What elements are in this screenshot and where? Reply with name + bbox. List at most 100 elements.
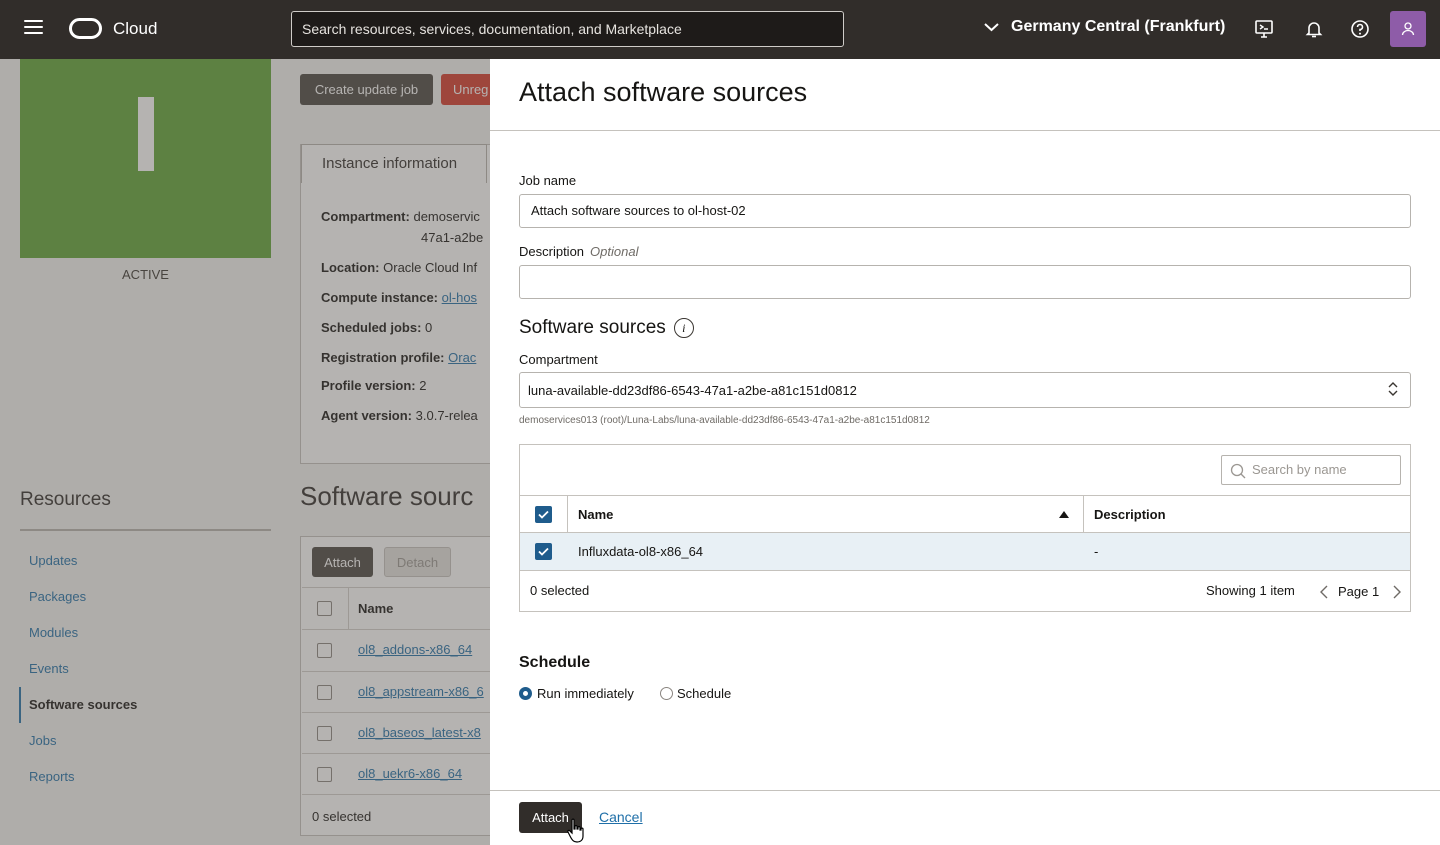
bg-table-footer: 0 selected [302,794,490,835]
selected-indicator [19,687,21,723]
sort-ascending-icon [1059,511,1069,518]
row-name: Influxdata-ol8-x86_64 [578,544,704,559]
user-avatar[interactable] [1390,11,1426,47]
row-checkbox[interactable] [535,543,552,560]
registration-profile-link[interactable]: Orac [448,350,476,365]
description-label: Description Optional [519,244,639,259]
help-icon[interactable] [1349,18,1371,40]
user-icon [1401,22,1415,36]
resource-link-packages[interactable]: Packages [29,589,86,604]
create-update-job-button[interactable]: Create update job [300,74,433,105]
chevron-left-icon[interactable] [1320,585,1328,599]
region-selector[interactable]: Germany Central (Frankfurt) [984,18,1225,36]
source-link[interactable]: ol8_appstream-x86_6 [358,684,484,699]
menu-icon[interactable] [24,20,43,36]
source-link[interactable]: ol8_addons-x86_64 [358,642,472,657]
region-name: Germany Central (Frankfurt) [1011,18,1226,35]
bg-detach-button[interactable]: Detach [384,547,451,577]
run-immediately-label[interactable]: Run immediately [537,686,634,701]
top-navigation-bar: Cloud Search resources, services, docume… [0,0,1440,59]
info-compartment: Compartment: demoservic [321,209,480,224]
row-checkbox[interactable] [317,767,332,782]
schedule-title: Schedule [519,654,591,671]
tab-instance-information[interactable]: Instance information [301,144,487,183]
bg-attach-button[interactable]: Attach [312,547,373,577]
description-input[interactable] [519,265,1411,299]
table-row: ol8_appstream-x86_6 [302,671,490,712]
row-checkbox[interactable] [317,685,332,700]
table-header-row: Name Description [520,495,1410,533]
selected-count: 0 selected [530,583,590,598]
info-compute-instance: Compute instance: ol-hos [321,290,478,305]
instance-status-tile [20,59,271,258]
chevron-right-icon[interactable] [1393,585,1401,599]
attach-software-sources-panel: Attach software sources Job name Attach … [490,59,1440,845]
run-immediately-radio[interactable] [519,687,532,700]
resource-link-modules[interactable]: Modules [29,625,78,640]
showing-count: Showing 1 item [1206,583,1295,598]
job-name-input[interactable]: Attach software sources to ol-host-02 [519,194,1411,228]
notification-bell-icon[interactable] [1303,18,1325,40]
name-column-header: Name [358,601,394,616]
select-all-checkbox[interactable] [317,601,332,616]
row-description: - [1094,544,1099,559]
hand-cursor-icon [567,818,584,843]
compute-instance-link[interactable]: ol-hos [442,290,477,305]
schedule-radio[interactable] [660,687,673,700]
resource-link-updates[interactable]: Updates [29,553,77,568]
resource-link-software-sources[interactable]: Software sources [29,697,137,712]
table-row: ol8_addons-x86_64 [302,629,490,670]
panel-header-divider [490,130,1440,131]
software-sources-heading: Software sourc [300,481,474,511]
bg-selected-count: 0 selected [312,809,372,824]
cancel-link[interactable]: Cancel [599,809,643,825]
table-row[interactable]: Influxdata-ol8-x86_64 - [520,533,1410,571]
logo-text[interactable]: Cloud [113,19,157,39]
info-compartment-cont: 47a1-a2be [421,230,484,245]
compartment-path-hint: demoservices013 (root)/Luna-Labs/luna-av… [519,415,930,426]
software-sources-section-title: Software sources i [519,317,694,339]
table-row: ol8_uekr6-x86_64 [302,753,490,794]
info-agent-version: Agent version: 3.0.7-relea [321,408,478,423]
compartment-select[interactable]: luna-available-dd23df86-6543-47a1-a2be-a… [519,372,1411,408]
info-scheduled-jobs: Scheduled jobs: 0 [321,320,433,335]
resource-link-reports[interactable]: Reports [29,769,75,784]
global-search-input[interactable]: Search resources, services, documentatio… [291,11,844,47]
job-name-label: Job name [519,173,577,188]
resource-link-jobs[interactable]: Jobs [29,733,56,748]
info-profile-version: Profile version: 2 [321,378,427,393]
schedule-label[interactable]: Schedule [677,686,731,701]
select-all-checkbox[interactable] [535,506,552,523]
oracle-logo-icon[interactable] [69,18,102,39]
table-search-input[interactable]: Search by name [1221,455,1401,485]
check-icon [538,547,549,556]
chevron-down-icon [984,23,999,32]
description-column-header[interactable]: Description [1084,496,1176,533]
row-checkbox[interactable] [317,643,332,658]
page-indicator: Page 1 [1338,584,1380,599]
compartment-label: Compartment [519,352,598,367]
resources-title: Resources [20,489,111,510]
cloud-shell-icon[interactable] [1253,18,1275,40]
info-location: Location: Oracle Cloud Inf [321,260,478,275]
instance-glyph [138,97,154,171]
row-checkbox[interactable] [317,726,332,741]
info-registration-profile: Registration profile: Orac [321,350,477,365]
table-footer: 0 selected Showing 1 item Page 1 [520,571,1410,611]
select-arrows-icon [1388,381,1398,399]
check-icon [538,510,549,519]
info-icon[interactable]: i [673,318,694,338]
source-link[interactable]: ol8_uekr6-x86_64 [358,766,462,781]
compartment-selected-value: luna-available-dd23df86-6543-47a1-a2be-a… [528,383,857,398]
panel-title: Attach software sources [519,77,808,107]
resources-divider [20,529,271,531]
source-link[interactable]: ol8_baseos_latest-x8 [358,725,481,740]
table-row: ol8_baseos_latest-x8 [302,712,490,753]
software-sources-table: Search by name Name Description Influxda… [519,444,1411,612]
instance-status-label: ACTIVE [122,267,169,282]
panel-footer-divider [490,790,1440,791]
search-icon [1230,463,1246,479]
bg-table-header: Name [302,587,490,629]
name-column-header[interactable]: Name [568,496,1083,533]
resource-link-events[interactable]: Events [29,661,69,676]
